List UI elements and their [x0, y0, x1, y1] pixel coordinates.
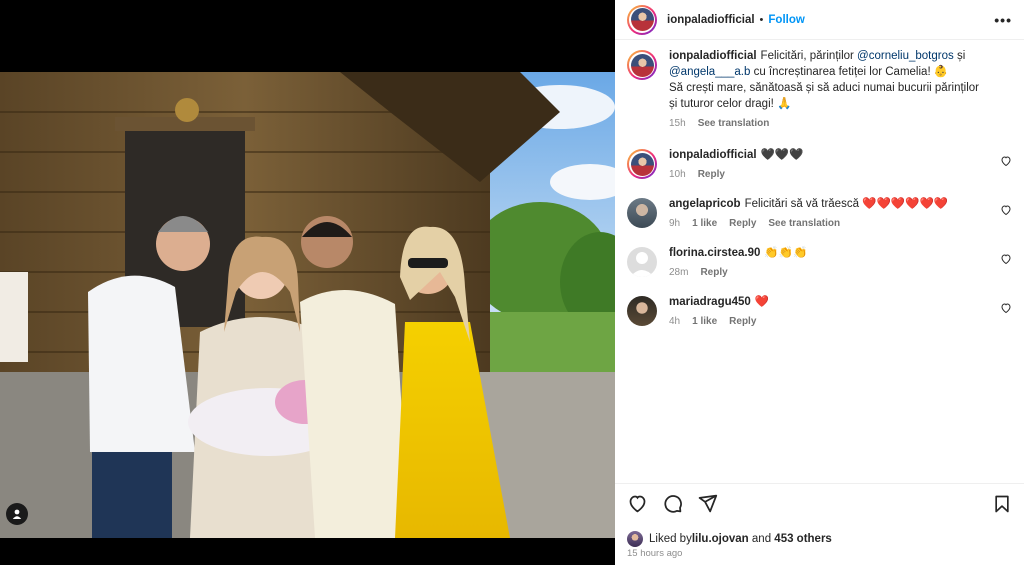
comment-time[interactable]: 28m [669, 265, 688, 281]
comment-likes-count[interactable]: 1 like [692, 216, 717, 232]
comment-like-heart-icon[interactable] [1000, 155, 1012, 167]
comment-like-heart-icon[interactable] [1000, 204, 1012, 216]
comment-body: florina.cirstea.90 👏👏👏 28m Reply [669, 245, 1012, 281]
bookmark-icon[interactable] [992, 494, 1012, 514]
caption-text-4: Să crești mare, sănătoasă și să aduci nu… [669, 82, 980, 110]
author-username[interactable]: ionpaladiofficial [667, 14, 755, 26]
comment-avatar[interactable] [627, 198, 657, 228]
comment-username[interactable]: ionpaladiofficial [669, 149, 757, 161]
comment-body: angelapricob Felicitări să vă trăescă ❤️❤… [669, 196, 1012, 232]
comment-like-heart-icon[interactable] [1000, 302, 1012, 314]
instagram-post: ionpaladiofficial • Follow ••• ionpaladi… [0, 0, 1024, 565]
post-photo[interactable] [0, 72, 615, 538]
comment-body: mariadragu450 ❤️ 4h 1 like Reply [669, 294, 1012, 330]
comment-time[interactable]: 9h [669, 216, 680, 232]
caption-username[interactable]: ionpaladiofficial [669, 50, 757, 62]
reply-button[interactable]: Reply [729, 314, 756, 330]
comments-list: ionpaladiofficial Felicitări, părinților … [615, 48, 1024, 485]
comment-username[interactable]: mariadragu450 [669, 296, 751, 308]
comment-likes-count[interactable]: 1 like [692, 314, 717, 330]
caption-text-2: și [953, 50, 966, 62]
mention-corneliu[interactable]: @corneliu_botgros [857, 50, 954, 62]
post-media [0, 0, 615, 565]
comment-avatar[interactable] [627, 296, 657, 326]
comment-meta: 10h Reply [669, 167, 990, 183]
caption-avatar[interactable] [627, 50, 657, 80]
comment-item: florina.cirstea.90 👏👏👏 28m Reply [627, 245, 1012, 281]
post-sidebar: ionpaladiofficial • Follow ••• ionpaladi… [615, 0, 1024, 565]
comment-item: ionpaladiofficial 🖤🖤🖤 10h Reply [627, 147, 1012, 183]
caption-text-1: Felicitări, părinților [760, 50, 858, 62]
comment-item: angelapricob Felicitări să vă trăescă ❤️❤… [627, 196, 1012, 232]
comment-text: 🖤🖤🖤 [760, 149, 804, 161]
comment-body: ionpaladiofficial 🖤🖤🖤 10h Reply [669, 147, 1012, 183]
caption-see-translation[interactable]: See translation [698, 116, 770, 132]
caption-body: ionpaladiofficial Felicitări, părinților … [669, 48, 1012, 132]
comment-icon[interactable] [662, 493, 683, 514]
share-icon[interactable] [697, 493, 718, 514]
reply-button[interactable]: Reply [700, 265, 727, 281]
likes-count[interactable]: 453 others [774, 533, 832, 545]
comment-username[interactable]: florina.cirstea.90 [669, 247, 760, 259]
mention-angela[interactable]: @angela___a.b [669, 66, 750, 78]
likes-prefix: Liked by [649, 533, 692, 545]
post-header: ionpaladiofficial • Follow ••• [615, 0, 1024, 40]
caption-meta: 15h See translation [669, 116, 990, 132]
comment-like-heart-icon[interactable] [1000, 253, 1012, 265]
comment-avatar[interactable] [627, 149, 657, 179]
heart-icon[interactable] [627, 493, 648, 514]
follow-button[interactable]: Follow [768, 14, 804, 26]
comment-meta: 4h 1 like Reply [669, 314, 990, 330]
comment-username[interactable]: angelapricob [669, 198, 741, 210]
comment-meta: 9h 1 like Reply See translation [669, 216, 990, 232]
liker-username[interactable]: lilu.ojovan [692, 533, 749, 545]
caption-time[interactable]: 15h [669, 116, 686, 132]
more-options-icon[interactable]: ••• [994, 12, 1012, 28]
separator-dot: • [759, 13, 764, 26]
liker-avatar[interactable] [627, 531, 643, 547]
comment-time[interactable]: 10h [669, 167, 686, 183]
comment-avatar[interactable] [627, 247, 657, 277]
caption: ionpaladiofficial Felicitări, părinților … [627, 48, 1012, 132]
comment-text: 👏👏👏 [764, 247, 808, 259]
comment-text: ❤️ [754, 296, 770, 308]
comment-text: Felicitări să vă trăescă ❤️❤️❤️❤️❤️❤️ [744, 198, 949, 210]
author-avatar[interactable] [627, 4, 657, 35]
reply-button[interactable]: Reply [729, 216, 756, 232]
see-translation-button[interactable]: See translation [768, 216, 840, 232]
reply-button[interactable]: Reply [698, 167, 725, 183]
likes-summary: Liked by lilu.ojovan and 453 others [627, 531, 832, 547]
post-actions [615, 483, 1024, 523]
photo-illustration [0, 72, 615, 538]
comment-time[interactable]: 4h [669, 314, 680, 330]
comment-item: mariadragu450 ❤️ 4h 1 like Reply [627, 294, 1012, 330]
likes-mid: and [748, 533, 775, 545]
user-tag-icon[interactable] [6, 503, 28, 525]
caption-text-3: cu încreștinarea fetiței lor Camelia! 👶 [750, 66, 949, 78]
post-timestamp[interactable]: 15 hours ago [627, 548, 682, 559]
comment-meta: 28m Reply [669, 265, 990, 281]
